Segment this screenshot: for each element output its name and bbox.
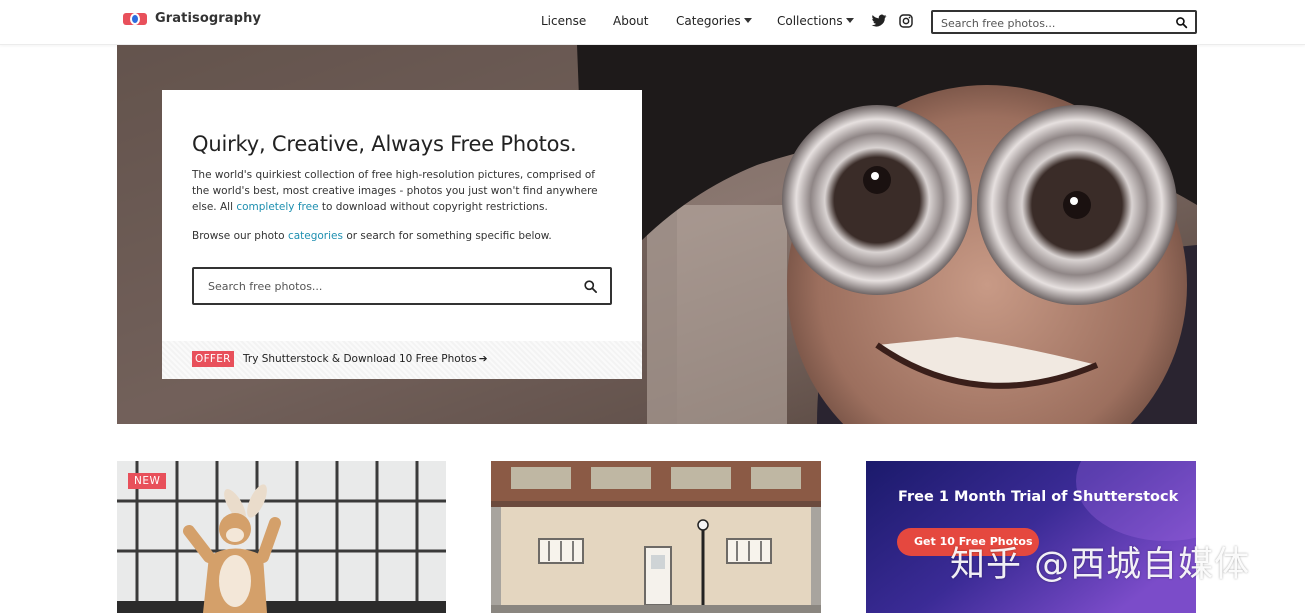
chevron-down-icon (743, 18, 752, 23)
hero-browse-text: Browse our photo categories or search fo… (192, 230, 552, 242)
twitter-icon[interactable] (871, 13, 887, 29)
hero-search-box (192, 267, 612, 305)
hero-search-input[interactable] (194, 269, 564, 303)
promo-title: Free 1 Month Trial of Shutterstock (898, 489, 1179, 505)
categories-link[interactable]: categories (288, 230, 343, 242)
nav-item-collections[interactable]: Collections (777, 14, 854, 28)
watermark: 知乎 @西城自媒体 (950, 545, 1251, 585)
hero-card: Quirky, Creative, Always Free Photos. Th… (162, 90, 642, 379)
hero-browse-suffix: or search for something specific below. (342, 230, 552, 242)
offer-strip: OFFER Try Shutterstock & Download 10 Fre… (162, 341, 642, 379)
hero-description: The world's quirkiest collection of free… (192, 167, 612, 215)
nav-item-license[interactable]: License (541, 14, 586, 28)
search-icon[interactable] (583, 279, 598, 294)
offer-link-label: Try Shutterstock & Download 10 Free Phot… (243, 353, 477, 365)
arrow-right-icon: ➔ (478, 353, 488, 365)
offer-badge: OFFER (192, 351, 234, 367)
photo-card-storefront[interactable] (491, 461, 821, 613)
site-logo[interactable]: Gratisography (123, 11, 261, 26)
search-icon[interactable] (1175, 16, 1188, 29)
chevron-down-icon (845, 18, 854, 23)
site-name: Gratisography (155, 11, 262, 26)
photo-card-bunny[interactable]: NEW (117, 461, 446, 613)
gratisography-logo-icon (123, 12, 147, 26)
new-badge: NEW (128, 473, 167, 489)
header-search-input[interactable] (933, 13, 1163, 34)
instagram-icon[interactable] (898, 13, 914, 29)
nav-item-categories[interactable]: Categories (676, 14, 752, 28)
hero-description-text-end: to download without copyright restrictio… (318, 201, 548, 213)
photo-storefront-building (491, 461, 821, 613)
offer-link[interactable]: Try Shutterstock & Download 10 Free Phot… (243, 353, 488, 365)
hero-browse-prefix: Browse our photo (192, 230, 288, 242)
site-header: Gratisography License About Categories C… (0, 0, 1305, 45)
hero-banner: Quirky, Creative, Always Free Photos. Th… (117, 45, 1197, 424)
header-search-box (931, 10, 1197, 34)
nav-item-collections-label: Collections (777, 14, 843, 28)
nav-item-categories-label: Categories (676, 14, 741, 28)
completely-free-link[interactable]: completely free (236, 201, 318, 213)
hero-title: Quirky, Creative, Always Free Photos. (192, 132, 577, 156)
nav-item-about[interactable]: About (613, 14, 648, 28)
